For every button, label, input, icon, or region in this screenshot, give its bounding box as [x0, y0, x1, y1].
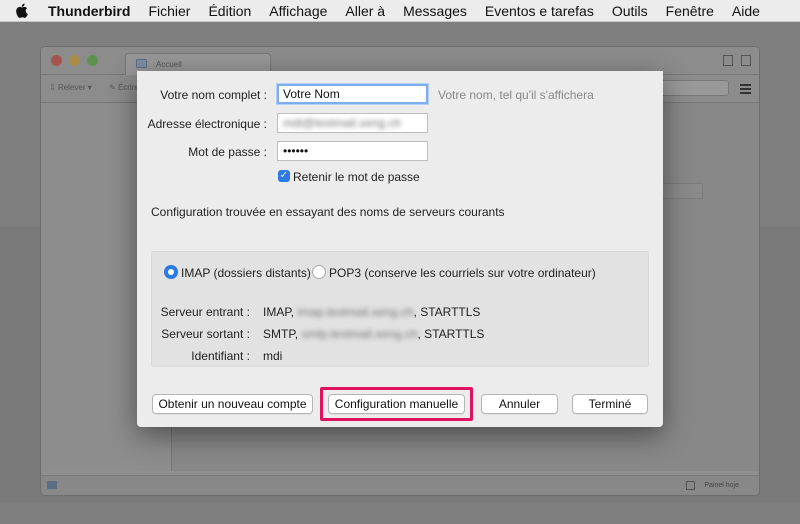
traffic-lights [51, 55, 98, 66]
manual-config-highlight-box [320, 387, 473, 421]
protocol-panel: IMAP (dossiers distants) POP3 (conserve … [151, 251, 649, 367]
menu-eventos[interactable]: Eventos e tarefas [476, 3, 603, 19]
remember-password-label: Retenir le mot de passe [293, 170, 420, 184]
email-label: Adresse électronique : [147, 117, 267, 131]
menu-fichier[interactable]: Fichier [139, 3, 199, 19]
apple-menu-icon[interactable] [0, 3, 42, 18]
remember-password-checkbox[interactable]: ✓ [278, 170, 290, 182]
outgoing-protocol: SMTP, [263, 327, 299, 341]
menu-aide[interactable]: Aide [723, 3, 769, 19]
menu-edition[interactable]: Édition [199, 3, 260, 19]
identifier-label: Identifiant : [191, 349, 250, 363]
config-found-message: Configuration trouvée en essayant des no… [151, 205, 505, 219]
pop3-label: POP3 (conserve les courriels sur votre o… [329, 266, 596, 280]
incoming-host: imap.testmail.xeng.ch [297, 305, 414, 319]
tab-accueil-label: Accueil [156, 60, 182, 69]
pop3-radio[interactable] [312, 265, 326, 279]
minimize-window-icon[interactable] [69, 55, 80, 66]
calendar-icon[interactable] [723, 55, 733, 66]
tasks-icon[interactable] [741, 55, 751, 66]
today-pane-icon[interactable] [686, 481, 695, 490]
write-button[interactable]: ✎ Écrire [109, 83, 139, 92]
incoming-security: , STARTTLS [413, 305, 481, 319]
zoom-window-icon[interactable] [87, 55, 98, 66]
window-title-icons [723, 55, 751, 66]
menu-affichage[interactable]: Affichage [260, 3, 336, 19]
email-value: mdi@testmail.xeng.ch [283, 116, 402, 130]
get-mail-button[interactable]: ⇩ Relever ▾ [49, 83, 92, 92]
menu-fenetre[interactable]: Fenêtre [657, 3, 723, 19]
download-icon: ⇩ [49, 83, 58, 92]
outgoing-security: , STARTTLS [417, 327, 485, 341]
done-button[interactable]: Terminé [572, 394, 648, 414]
outgoing-server-value: SMTP, smtp.testmail.xeng.ch, STARTTLS [263, 327, 484, 341]
account-setup-dialog: Votre nom complet : Votre Nom Votre nom,… [137, 71, 663, 427]
fullname-input[interactable]: Votre Nom [277, 84, 428, 104]
fullname-hint: Votre nom, tel qu'il s'affichera [438, 88, 594, 102]
imap-label: IMAP (dossiers distants) [181, 266, 311, 280]
menu-messages[interactable]: Messages [394, 3, 476, 19]
incoming-protocol: IMAP, [263, 305, 295, 319]
menu-aller-a[interactable]: Aller à [336, 3, 394, 19]
menu-bar: Thunderbird Fichier Édition Affichage Al… [0, 0, 800, 22]
folder-icon [136, 59, 147, 68]
email-input[interactable]: mdi@testmail.xeng.ch [277, 113, 428, 133]
outgoing-host: smtp.testmail.xeng.ch [301, 327, 418, 341]
imap-radio[interactable] [164, 265, 178, 279]
menu-outils[interactable]: Outils [603, 3, 657, 19]
identifier-value: mdi [263, 349, 283, 363]
pencil-icon: ✎ [109, 83, 118, 92]
password-input[interactable]: •••••• [277, 141, 428, 161]
password-label: Mot de passe : [188, 145, 267, 159]
status-bar: Painel hoje [41, 475, 759, 495]
checkmark-icon: ✓ [279, 170, 289, 181]
new-account-button[interactable]: Obtenir un nouveau compte [152, 394, 313, 414]
incoming-server-label: Serveur entrant : [160, 305, 250, 319]
hamburger-menu-icon[interactable] [740, 84, 751, 96]
close-window-icon[interactable] [51, 55, 62, 66]
today-pane-label[interactable]: Painel hoje [704, 482, 739, 489]
write-label: Écrire [117, 83, 139, 92]
connection-icon [47, 481, 57, 489]
get-mail-label: Relever [57, 83, 86, 92]
incoming-server-value: IMAP, imap.testmail.xeng.ch, STARTTLS [263, 305, 480, 319]
cancel-button[interactable]: Annuler [481, 394, 558, 414]
fullname-label: Votre nom complet : [160, 88, 267, 102]
menu-app-name[interactable]: Thunderbird [42, 3, 139, 19]
outgoing-server-label: Serveur sortant : [161, 327, 250, 341]
